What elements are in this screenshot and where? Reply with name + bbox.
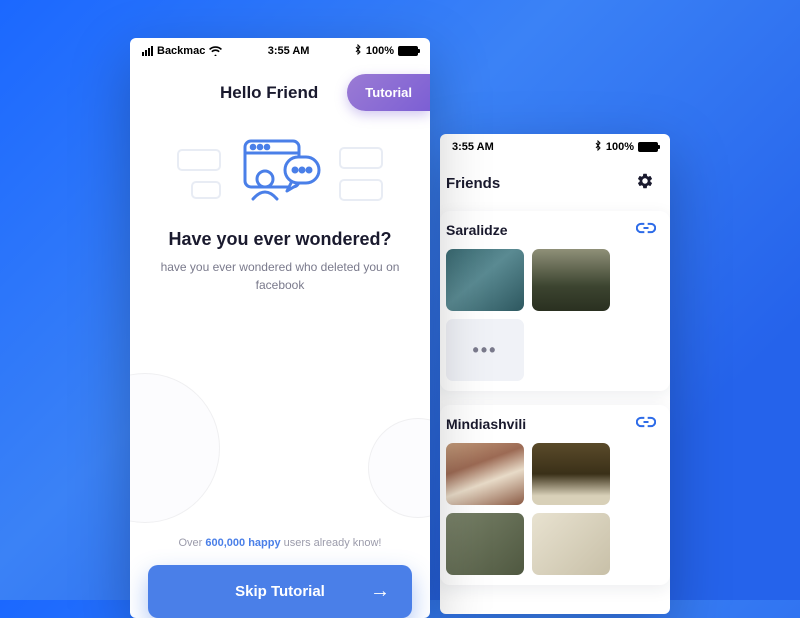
statusbar: Backmac 3:55 AM 100%: [130, 38, 430, 64]
deco-brick: [339, 147, 383, 169]
phone-tutorial-screen: Backmac 3:55 AM 100% Hello Friend Tutori…: [130, 38, 430, 618]
statusbar: 3:55 AM 100%: [440, 134, 670, 160]
photo-thumbnail[interactable]: [532, 443, 610, 505]
link-icon[interactable]: [636, 415, 656, 433]
signal-icon: [142, 46, 153, 56]
wifi-icon: [209, 46, 222, 56]
photo-thumbnail[interactable]: [446, 443, 524, 505]
link-icon[interactable]: [636, 221, 656, 239]
social-proof-text: Over 600,000 happy users already know!: [130, 537, 430, 549]
hero-text: Have you ever wondered? have you ever wo…: [130, 229, 430, 294]
statusbar-time: 3:55 AM: [452, 141, 494, 153]
photo-thumbnail[interactable]: [532, 513, 610, 575]
skip-tutorial-button[interactable]: Skip Tutorial →: [148, 565, 412, 618]
friend-card[interactable]: Mindiashvili: [440, 405, 670, 585]
deco-circle: [368, 418, 430, 518]
app-title: Hello Friend: [220, 83, 318, 103]
carrier-label: Backmac: [157, 45, 205, 57]
photo-thumbnail[interactable]: [446, 249, 524, 311]
deco-circle: [130, 373, 220, 523]
battery-percent: 100%: [606, 141, 634, 153]
phone-friends-screen: 3:55 AM 100% Friends Saralidze ••• Mindi…: [440, 134, 670, 614]
battery-icon: [398, 46, 418, 56]
friends-header: Friends: [440, 160, 670, 205]
friend-name: Saralidze: [446, 222, 507, 238]
onboarding-illustration-icon: [235, 135, 325, 213]
photo-thumbnail[interactable]: [446, 513, 524, 575]
hero-heading: Have you ever wondered?: [160, 229, 400, 250]
statusbar-time: 3:55 AM: [268, 45, 310, 57]
photo-thumbnail[interactable]: [532, 249, 610, 311]
deco-brick: [177, 149, 221, 171]
friends-title: Friends: [446, 175, 500, 192]
settings-button[interactable]: [636, 172, 654, 195]
bluetooth-icon: [355, 44, 362, 58]
battery-percent: 100%: [366, 45, 394, 57]
friend-name: Mindiashvili: [446, 416, 526, 432]
more-photos-button[interactable]: •••: [446, 319, 524, 381]
battery-icon: [638, 142, 658, 152]
onboarding-footer: Over 600,000 happy users already know! S…: [130, 537, 430, 618]
onboarding-header: Hello Friend Tutorial: [130, 64, 430, 121]
skip-label: Skip Tutorial: [235, 583, 325, 600]
bluetooth-icon: [595, 140, 602, 154]
friend-card[interactable]: Saralidze •••: [440, 211, 670, 391]
deco-brick: [191, 181, 221, 199]
tutorial-button[interactable]: Tutorial: [347, 74, 430, 111]
deco-brick: [339, 179, 383, 201]
illustration-row: [130, 135, 430, 213]
hero-subtext: have you ever wondered who deleted you o…: [160, 258, 400, 294]
